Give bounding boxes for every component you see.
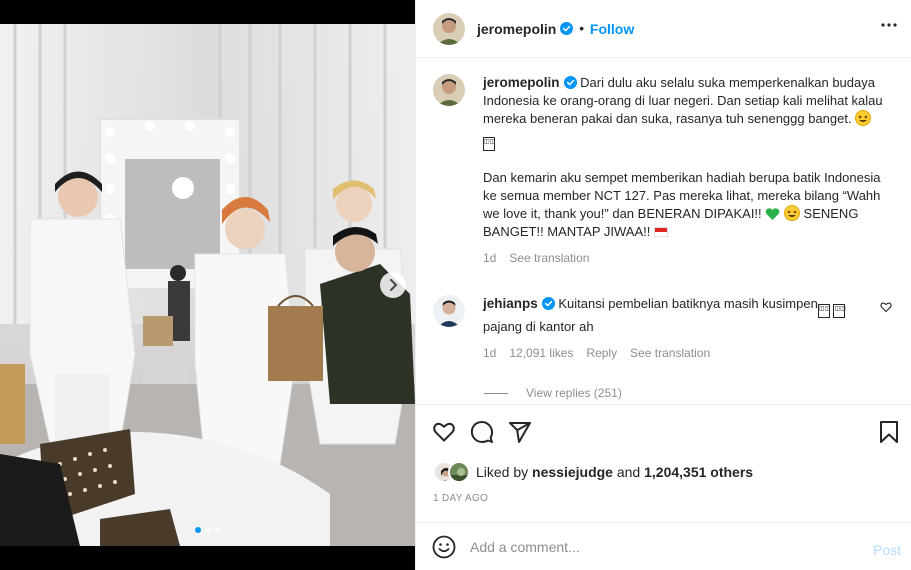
post-action-bar bbox=[416, 404, 911, 458]
save-button[interactable] bbox=[878, 420, 900, 447]
carousel-next-button[interactable] bbox=[380, 272, 406, 298]
comment-time: 1d bbox=[483, 346, 497, 360]
author-avatar[interactable] bbox=[433, 12, 465, 45]
add-comment-bar: Post bbox=[416, 522, 911, 570]
post-side-panel: jeromepolin • Follow jeromepolin Dari du… bbox=[415, 0, 911, 570]
caption-avatar[interactable] bbox=[433, 74, 465, 106]
verified-badge-icon bbox=[541, 297, 555, 310]
comment-see-translation-button[interactable]: See translation bbox=[630, 344, 710, 362]
carousel-dot-active bbox=[194, 527, 201, 533]
caption-paragraph-2: Dan kemarin aku sempet memberikan hadiah… bbox=[483, 169, 883, 241]
grinning-squinting-face-icon bbox=[783, 205, 800, 221]
likes-summary: Liked by nessiejudge and 1,204,351 other… bbox=[433, 461, 753, 483]
liker-avatars bbox=[433, 461, 471, 483]
post-header: jeromepolin • Follow bbox=[416, 0, 911, 58]
chevron-right-icon bbox=[390, 279, 398, 291]
share-icon bbox=[509, 421, 531, 443]
comment-text-a: Kuitansi pembelian batiknya masih kusimp… bbox=[558, 296, 818, 311]
comment-reply-button[interactable]: Reply bbox=[586, 344, 617, 362]
unsupported-emoji-glyph-icon: ◫◫ bbox=[833, 304, 846, 318]
likes-and: and bbox=[616, 464, 641, 480]
author-username: jeromepolin bbox=[477, 20, 557, 37]
separator-dot: • bbox=[579, 21, 584, 36]
caption-body: jeromepolin Dari dulu aku selalu suka me… bbox=[483, 74, 883, 267]
author-username-link[interactable]: jeromepolin bbox=[477, 21, 556, 37]
comment-input[interactable] bbox=[470, 538, 840, 555]
heart-outline-icon bbox=[880, 302, 892, 313]
comment-button[interactable] bbox=[470, 420, 494, 444]
view-replies-line bbox=[484, 392, 508, 394]
post-photo[interactable] bbox=[0, 24, 415, 546]
indonesia-flag-icon bbox=[653, 227, 668, 237]
likes-prefix: Liked by bbox=[476, 464, 529, 480]
more-horizontal-icon bbox=[881, 23, 897, 27]
carousel-dot bbox=[214, 527, 221, 533]
comment-item: jehianps Kuitansi pembelian batiknya mas… bbox=[433, 295, 896, 362]
caption: jeromepolin Dari dulu aku selalu suka me… bbox=[433, 74, 896, 267]
share-button[interactable] bbox=[508, 420, 532, 444]
verified-badge-icon bbox=[560, 22, 574, 35]
emoji-picker-button[interactable] bbox=[432, 535, 456, 559]
commenter-username[interactable]: jehianps bbox=[483, 296, 538, 311]
caption-time: 1d bbox=[483, 251, 497, 265]
post-date[interactable]: 1 DAY AGO bbox=[433, 493, 488, 504]
like-button[interactable] bbox=[432, 420, 456, 444]
carousel-dot bbox=[204, 527, 211, 533]
bookmark-icon bbox=[880, 421, 898, 443]
comment-likes-count[interactable]: 12,091 likes bbox=[509, 344, 573, 362]
caption-paragraph-1: jeromepolin Dari dulu aku selalu suka me… bbox=[483, 74, 883, 151]
instagram-post-modal: jeromepolin • Follow jeromepolin Dari du… bbox=[0, 0, 911, 570]
caption-username[interactable]: jeromepolin bbox=[483, 75, 560, 90]
carousel-dots bbox=[0, 527, 415, 533]
comment-icon bbox=[470, 420, 494, 443]
view-replies-label: View replies (251) bbox=[526, 386, 622, 400]
grinning-squinting-face-icon bbox=[855, 110, 872, 126]
unsupported-emoji-glyph-icon: ◫◫ bbox=[483, 137, 495, 151]
comment-meta: 1d 12,091 likes Reply See translation bbox=[483, 344, 883, 362]
likes-others-count[interactable]: 1,204,351 others bbox=[644, 464, 753, 480]
view-replies-button[interactable]: View replies (251) bbox=[484, 386, 896, 400]
post-comment-button[interactable]: Post bbox=[873, 542, 901, 558]
caption-meta: 1d See translation bbox=[483, 249, 883, 267]
comment-body: jehianps Kuitansi pembelian batiknya mas… bbox=[483, 295, 883, 362]
more-options-button[interactable] bbox=[880, 16, 898, 37]
caption-see-translation-button[interactable]: See translation bbox=[509, 249, 589, 267]
heart-icon bbox=[433, 422, 455, 441]
liked-by-user[interactable]: nessiejudge bbox=[532, 464, 613, 480]
comment-like-button[interactable] bbox=[880, 301, 892, 316]
green-heart-icon bbox=[765, 208, 780, 220]
liker-avatar[interactable] bbox=[448, 461, 470, 483]
follow-button[interactable]: Follow bbox=[590, 21, 634, 37]
smiley-icon bbox=[432, 535, 456, 558]
comment-text-b: pajang di kantor ah bbox=[483, 319, 594, 334]
unsupported-emoji-glyph-icon: ◫◫ bbox=[817, 304, 830, 318]
commenter-avatar[interactable] bbox=[433, 295, 465, 327]
post-media bbox=[0, 0, 415, 570]
comment-text: jehianps Kuitansi pembelian batiknya mas… bbox=[483, 295, 883, 336]
verified-badge-icon bbox=[563, 76, 577, 89]
comments-section: jeromepolin Dari dulu aku selalu suka me… bbox=[416, 58, 911, 404]
